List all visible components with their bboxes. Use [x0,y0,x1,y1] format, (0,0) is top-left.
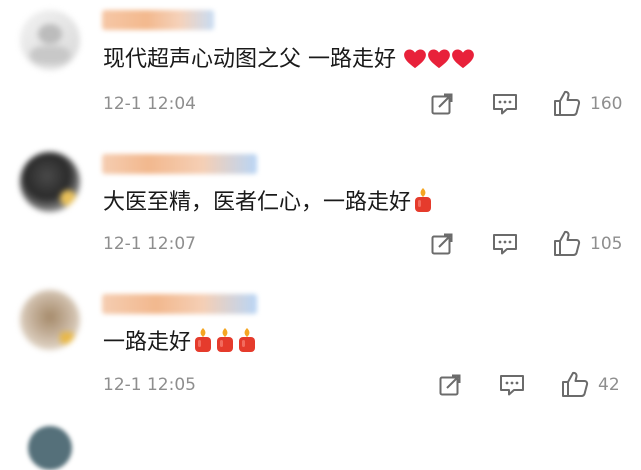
comment-time: 12-1 12:04 [103,94,196,114]
share-icon[interactable] [430,92,454,116]
avatar[interactable] [28,426,72,470]
comment-item: 一路走好 12-1 12:05 42 [0,285,641,425]
comment-body: 大医至精，医者仁心，一路走好 [103,190,412,215]
like-icon[interactable] [553,229,581,257]
share-icon[interactable] [430,232,454,256]
candle-icon [193,328,213,352]
like-icon[interactable] [553,89,581,117]
username[interactable] [102,10,214,30]
like-count: 105 [590,234,623,254]
comment-item: 现代超声心动图之父 一路走好 12-1 12:04 160 [0,0,641,140]
candle-icon [215,328,235,352]
comment-text: 现代超声心动图之父 一路走好 [103,46,474,74]
avatar[interactable] [20,290,80,350]
comment-body: 一路走好 [103,330,192,355]
username[interactable] [102,294,257,314]
comment-text: 大医至精，医者仁心，一路走好 [103,188,433,217]
comment-item: 大医至精，医者仁心，一路走好 12-1 12:07 105 [0,140,641,280]
comment-text: 一路走好 [103,328,257,357]
avatar[interactable] [20,152,80,212]
reply-icon[interactable] [492,92,518,116]
heart-icon [452,49,474,69]
candle-icon [413,188,433,212]
like-count: 42 [598,375,620,395]
comment-time: 12-1 12:07 [103,234,196,254]
comment-time: 12-1 12:05 [103,375,196,395]
share-icon[interactable] [438,373,462,397]
candle-icon [237,328,257,352]
reply-icon[interactable] [499,373,525,397]
avatar[interactable] [20,10,80,70]
like-count: 160 [590,94,623,114]
reply-icon[interactable] [492,232,518,256]
username[interactable] [102,154,257,174]
heart-icon [404,49,426,69]
comment-body: 现代超声心动图之父 一路走好 [103,47,396,72]
heart-icon [428,49,450,69]
like-icon[interactable] [561,370,589,398]
